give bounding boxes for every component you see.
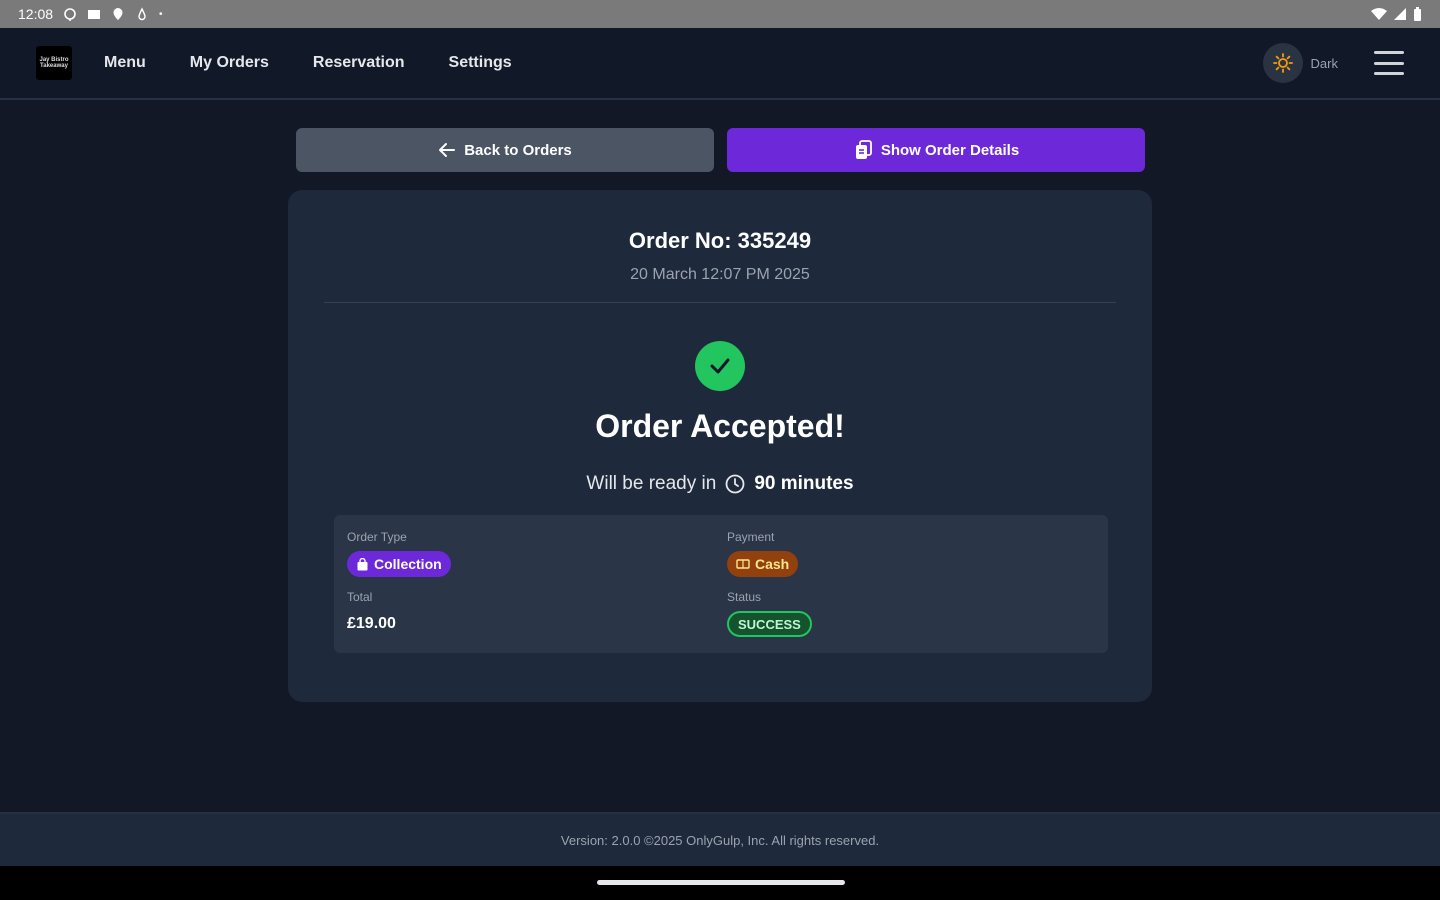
nav-link-reservation[interactable]: Reservation (313, 54, 405, 72)
nav-link-menu[interactable]: Menu (104, 54, 146, 72)
receipt-icon (855, 140, 872, 159)
app-logo[interactable]: Jay Bistro Takeaway (36, 46, 72, 80)
total-label: Total (347, 590, 373, 604)
wifi-icon (1371, 8, 1387, 20)
theme-toggle-button[interactable] (1262, 43, 1303, 83)
status-label: Status (727, 590, 762, 604)
footer-text: Version: 2.0.0 ©2025 OnlyGulp, Inc. All … (560, 832, 880, 848)
app-footer: Version: 2.0.0 ©2025 OnlyGulp, Inc. All … (0, 812, 1440, 866)
nav-right: Dark (1262, 43, 1404, 83)
top-navbar: Jay Bistro Takeaway Menu My Orders Reser… (0, 28, 1440, 100)
card-divider (324, 302, 1116, 303)
back-to-orders-label: Back to Orders (464, 141, 572, 159)
ready-minutes: 90 minutes (754, 473, 854, 494)
home-gesture-handle[interactable] (597, 880, 845, 885)
payment-value: Cash (755, 556, 790, 572)
battery-icon (1414, 7, 1421, 21)
theme-label: Dark (1310, 55, 1338, 71)
order-card: Order No: 335249 20 March 12:07 PM 2025 … (288, 190, 1152, 702)
ready-time-row: Will be ready in 90 minutes (288, 473, 1152, 495)
order-status-title: Order Accepted! (595, 408, 845, 444)
arrow-left-icon (439, 143, 456, 157)
check-circle-icon (695, 341, 745, 391)
signal-icon (1394, 8, 1406, 20)
location-icon (113, 8, 123, 20)
show-order-details-button[interactable]: Show Order Details (727, 128, 1145, 172)
order-type-badge: Collection (347, 551, 451, 577)
order-info-box: Order Type Collection Payment Cash Total… (334, 515, 1108, 653)
sun-icon (1272, 53, 1293, 73)
photo-icon (88, 10, 101, 19)
order-type-value: Collection (374, 556, 442, 572)
show-order-details-label: Show Order Details (880, 141, 1020, 159)
hamburger-icon[interactable] (1374, 51, 1404, 75)
order-number: Order No: 335249 (628, 228, 812, 253)
status-badge: SUCCESS (727, 611, 812, 637)
status-time: 12:08 (18, 6, 54, 22)
back-to-orders-button[interactable]: Back to Orders (296, 128, 714, 172)
android-status-bar: 12:08 • (0, 0, 1440, 28)
nav-link-my-orders[interactable]: My Orders (190, 54, 269, 72)
total-value: £19.00 (347, 615, 396, 632)
drop-icon (138, 7, 146, 21)
nav-links: Menu My Orders Reservation Settings (104, 54, 512, 72)
dot-icon: • (159, 8, 163, 20)
status-right (1371, 7, 1422, 21)
android-gesture-bar (0, 866, 1440, 900)
payment-label: Payment (727, 530, 775, 544)
nav-link-settings[interactable]: Settings (449, 54, 512, 72)
cash-icon (736, 559, 750, 569)
ready-prefix: Will be ready in (586, 473, 717, 494)
status-value: SUCCESS (738, 616, 801, 632)
logo-text: Jay Bistro Takeaway (39, 57, 69, 69)
bag-icon (357, 557, 368, 570)
order-date: 20 March 12:07 PM 2025 (630, 266, 810, 283)
order-type-label: Order Type (347, 530, 407, 544)
status-left: 12:08 • (18, 6, 163, 22)
clock-icon (725, 474, 745, 494)
shield-icon (64, 8, 76, 21)
payment-badge: Cash (727, 551, 799, 577)
